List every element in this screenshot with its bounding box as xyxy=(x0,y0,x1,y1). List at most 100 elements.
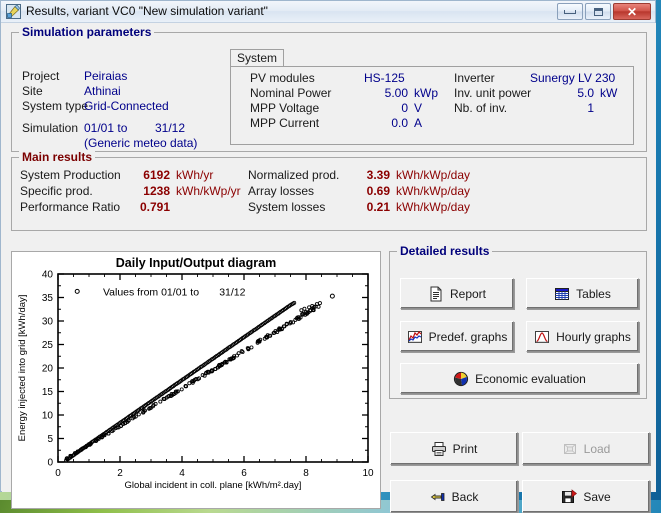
mpp-voltage-value: 0 xyxy=(401,101,408,115)
mpp-current-unit: A xyxy=(414,116,423,130)
simulation-label: Simulation xyxy=(22,121,79,135)
svg-text:Energy injected into grid [kWh: Energy injected into grid [kWh/day] xyxy=(17,295,28,442)
title-bar: Results, variant VC0 "New simulation var… xyxy=(1,1,655,23)
maximize-button[interactable] xyxy=(585,3,611,20)
site-label: Site xyxy=(22,84,43,98)
normalized-prod-value: 3.39 xyxy=(366,168,390,182)
printer-icon xyxy=(431,441,447,457)
performance-ratio-label: Performance Ratio xyxy=(20,200,121,214)
back-button-label: Back xyxy=(451,489,479,504)
inverter-label: Inverter xyxy=(454,71,495,85)
predef-graphs-button[interactable]: Predef. graphs xyxy=(400,321,514,352)
maximize-icon xyxy=(586,4,610,19)
print-button-label: Print xyxy=(452,441,478,456)
svg-text:6: 6 xyxy=(241,468,247,479)
svg-text:2: 2 xyxy=(117,468,123,479)
back-button[interactable]: Back xyxy=(390,480,518,513)
back-hand-icon xyxy=(430,489,446,505)
chart-canvas: 0 5 10 15 20 25 30 35 40 0 2 4 6 8 10 Global incident i… xyxy=(17,270,374,492)
svg-text:Values from 01/01 to: Values from 01/01 to xyxy=(103,286,199,298)
mpp-voltage-unit: V xyxy=(414,101,423,115)
svg-text:40: 40 xyxy=(42,270,54,281)
specific-prod-value: 1238 xyxy=(143,184,170,198)
print-button[interactable]: Print xyxy=(390,432,518,465)
pie-chart-icon xyxy=(453,371,469,387)
system-losses-unit: kWh/kWp/day xyxy=(396,200,471,214)
svg-text:Global incident in coll. plane: Global incident in coll. plane [kWh/m².d… xyxy=(125,480,302,491)
close-icon: ✕ xyxy=(626,4,638,19)
system-losses-value: 0.21 xyxy=(366,200,390,214)
svg-text:5: 5 xyxy=(47,434,53,445)
report-button[interactable]: Report xyxy=(400,278,514,309)
system-type-label: System type xyxy=(22,99,89,113)
simulation-from-value: 01/01 to xyxy=(84,121,128,135)
svg-text:31/12: 31/12 xyxy=(219,286,245,298)
tables-button-label: Tables xyxy=(576,286,611,301)
normalized-prod-label: Normalized prod. xyxy=(248,168,340,182)
svg-text:35: 35 xyxy=(42,293,54,304)
simulation-parameters-legend: Simulation parameters xyxy=(19,25,155,39)
site-value: Athinai xyxy=(84,84,121,98)
mpp-current-value: 0.0 xyxy=(391,116,408,130)
tables-button[interactable]: Tables xyxy=(526,278,639,309)
hourly-graphs-button-label: Hourly graphs xyxy=(556,329,631,344)
svg-text:8: 8 xyxy=(303,468,309,479)
inv-unit-power-label: Inv. unit power xyxy=(454,86,532,100)
svg-text:0: 0 xyxy=(55,468,61,479)
simulation-meteo-note: (Generic meteo data) xyxy=(84,136,198,150)
load-button-label: Load xyxy=(583,441,611,456)
daily-input-output-chart: Daily Input/Output diagram 0 5 10 15 20 25 30 3… xyxy=(11,251,381,509)
economic-evaluation-button-label: Economic evaluation xyxy=(475,371,586,386)
svg-text:0: 0 xyxy=(47,458,53,469)
close-button[interactable]: ✕ xyxy=(613,3,651,20)
mpp-voltage-label: MPP Voltage xyxy=(250,101,320,115)
normalized-prod-unit: kWh/kWp/day xyxy=(396,168,471,182)
inv-unit-power-unit: kW xyxy=(600,86,618,100)
pv-modules-label: PV modules xyxy=(250,71,315,85)
report-button-label: Report xyxy=(449,286,487,301)
system-type-value: Grid-Connected xyxy=(84,99,169,113)
load-icon xyxy=(562,441,578,457)
system-production-value: 6192 xyxy=(143,168,170,182)
array-losses-label: Array losses xyxy=(248,184,315,198)
results-window: Results, variant VC0 "New simulation var… xyxy=(0,0,656,513)
nb-of-inv-value: 1 xyxy=(587,101,594,115)
svg-text:10: 10 xyxy=(42,411,54,422)
project-label: Project xyxy=(22,69,60,83)
svg-text:30: 30 xyxy=(42,317,54,328)
array-losses-unit: kWh/kWp/day xyxy=(396,184,471,198)
nominal-power-label: Nominal Power xyxy=(250,86,332,100)
document-icon xyxy=(428,286,444,302)
predef-graphs-button-label: Predef. graphs xyxy=(428,329,508,344)
svg-text:15: 15 xyxy=(42,387,54,398)
table-grid-icon xyxy=(554,286,570,302)
peak-chart-icon xyxy=(534,329,550,345)
line-chart-icon xyxy=(407,329,423,345)
svg-text:25: 25 xyxy=(42,340,54,351)
economic-evaluation-button[interactable]: Economic evaluation xyxy=(400,363,639,394)
nb-of-inv-label: Nb. of inv. xyxy=(454,101,508,115)
minimize-icon xyxy=(558,4,582,19)
specific-prod-label: Specific prod. xyxy=(20,184,93,198)
inv-unit-power-value: 5.0 xyxy=(577,86,594,100)
minimize-button[interactable] xyxy=(557,3,583,20)
pvsyst-results-icon xyxy=(6,4,21,19)
save-disk-icon xyxy=(561,488,578,505)
window-title: Results, variant VC0 "New simulation var… xyxy=(26,4,268,18)
hourly-graphs-button[interactable]: Hourly graphs xyxy=(526,321,639,352)
array-losses-value: 0.69 xyxy=(366,184,390,198)
pv-modules-value: HS-125 xyxy=(364,71,405,85)
performance-ratio-value: 0.791 xyxy=(139,200,170,214)
system-losses-label: System losses xyxy=(248,200,326,214)
save-button-label: Save xyxy=(583,489,611,504)
save-button[interactable]: Save xyxy=(522,480,650,513)
tab-system[interactable]: System xyxy=(230,49,284,67)
svg-text:20: 20 xyxy=(42,364,54,375)
specific-prod-unit: kWh/kWp/yr xyxy=(176,184,241,198)
simulation-to-value: 31/12 xyxy=(155,121,186,135)
mpp-current-label: MPP Current xyxy=(250,116,320,130)
svg-text:4: 4 xyxy=(179,468,185,479)
detailed-results-legend: Detailed results xyxy=(397,244,493,258)
window-client-area: Simulation parameters Project Peiraias S… xyxy=(2,23,656,513)
load-button: Load xyxy=(522,432,650,465)
